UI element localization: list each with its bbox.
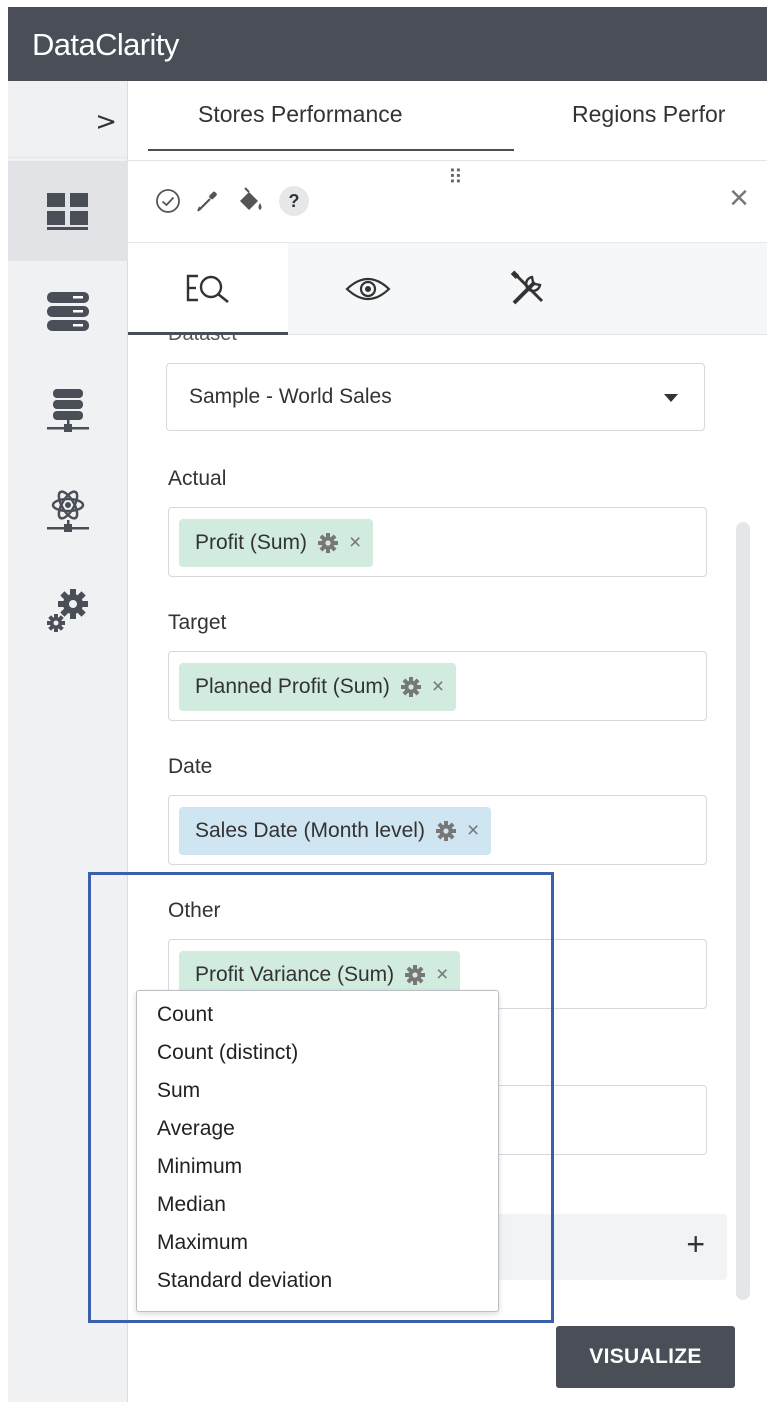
chip-label: Sales Date (Month level) — [195, 819, 425, 842]
chip-label: Planned Profit (Sum) — [195, 675, 390, 698]
app-title: DataClarity — [32, 27, 179, 62]
remove-chip-icon[interactable]: × — [349, 531, 361, 555]
data-server-icon — [47, 389, 89, 432]
top-bar: DataClarity — [8, 7, 767, 81]
paint-bucket-icon[interactable] — [232, 183, 268, 219]
panel-subtabs — [128, 243, 767, 335]
field-chip[interactable]: Planned Profit (Sum) × — [179, 663, 457, 711]
eyedropper-icon[interactable] — [190, 183, 226, 219]
menu-item-average[interactable]: Average — [157, 1117, 235, 1141]
subtab-tools[interactable] — [448, 243, 608, 335]
active-tab-indicator — [148, 149, 514, 151]
left-rail: > — [8, 81, 128, 1402]
visualize-button[interactable]: VISUALIZE — [556, 1326, 735, 1388]
tab-stores-performance[interactable]: Stores Performance — [198, 101, 403, 128]
rail-divider — [8, 157, 128, 158]
chip-label: Profit Variance (Sum) — [195, 963, 395, 986]
drag-grip-icon[interactable]: ⠿ — [448, 165, 464, 190]
gear-icon[interactable] — [317, 532, 339, 554]
menu-item-sum[interactable]: Sum — [157, 1079, 200, 1103]
drop-zone-date[interactable]: Sales Date (Month level) × — [168, 795, 707, 865]
gear-icon[interactable] — [400, 676, 422, 698]
check-circle-icon[interactable] — [150, 183, 186, 219]
app-root: DataClarity > Stores Performance Regions… — [0, 0, 767, 1402]
menu-item-count-distinct[interactable]: Count (distinct) — [157, 1041, 298, 1065]
menu-item-minimum[interactable]: Minimum — [157, 1155, 242, 1179]
rail-item-servers[interactable] — [8, 361, 128, 461]
panel-scrollbar[interactable] — [736, 522, 750, 1300]
dataset-select[interactable]: Sample - World Sales — [166, 363, 705, 431]
add-icon[interactable]: + — [686, 1226, 705, 1263]
drop-zone-actual[interactable]: Profit (Sum) × — [168, 507, 707, 577]
data-query-icon — [186, 274, 229, 303]
field-label-date: Date — [168, 755, 213, 778]
menu-item-count[interactable]: Count — [157, 1003, 213, 1027]
settings-gears-icon — [47, 589, 88, 632]
tools-icon — [510, 270, 544, 305]
dataset-label: Dataset — [168, 335, 237, 346]
close-panel-button[interactable]: × — [729, 179, 749, 218]
help-icon[interactable]: ? — [276, 183, 312, 219]
field-label-actual: Actual — [168, 467, 227, 490]
aggregation-menu: Count Count (distinct) Sum Average Minim… — [136, 990, 499, 1312]
menu-item-median[interactable]: Median — [157, 1193, 226, 1217]
gear-icon[interactable] — [435, 820, 457, 842]
field-label-target: Target — [168, 611, 227, 634]
subtab-view[interactable] — [288, 243, 448, 335]
database-stack-icon — [47, 292, 89, 331]
menu-item-standard-deviation[interactable]: Standard deviation — [157, 1269, 332, 1293]
report-tabs: Stores Performance Regions Perfor — [128, 81, 767, 160]
menu-item-maximum[interactable]: Maximum — [157, 1231, 248, 1255]
field-chip[interactable]: Sales Date (Month level) × — [179, 807, 492, 855]
help-badge: ? — [279, 186, 309, 216]
remove-chip-icon[interactable]: × — [467, 819, 479, 843]
dashboard-grid-icon — [47, 193, 88, 230]
rail-item-settings[interactable] — [8, 561, 128, 661]
gear-icon[interactable] — [404, 964, 426, 986]
chip-label: Profit (Sum) — [195, 531, 308, 554]
field-chip[interactable]: Profit (Sum) × — [179, 519, 374, 567]
remove-chip-icon[interactable]: × — [436, 963, 448, 987]
dataset-value: Sample - World Sales — [189, 385, 392, 408]
rail-item-science[interactable] — [8, 461, 128, 561]
expand-rail-button[interactable]: > — [95, 107, 117, 137]
field-label-other: Other — [168, 899, 221, 922]
panel-toolbar: ? ⠿ × — [128, 161, 767, 243]
eye-icon — [345, 277, 391, 301]
tab-regions-performance[interactable]: Regions Perfor — [572, 101, 725, 128]
rail-item-dashboards[interactable] — [8, 161, 128, 261]
data-science-icon — [47, 490, 89, 532]
chevron-down-icon — [664, 394, 678, 402]
rail-item-data[interactable] — [8, 261, 128, 361]
remove-chip-icon[interactable]: × — [432, 675, 444, 699]
drop-zone-target[interactable]: Planned Profit (Sum) × — [168, 651, 707, 721]
subtab-data[interactable] — [128, 243, 288, 335]
